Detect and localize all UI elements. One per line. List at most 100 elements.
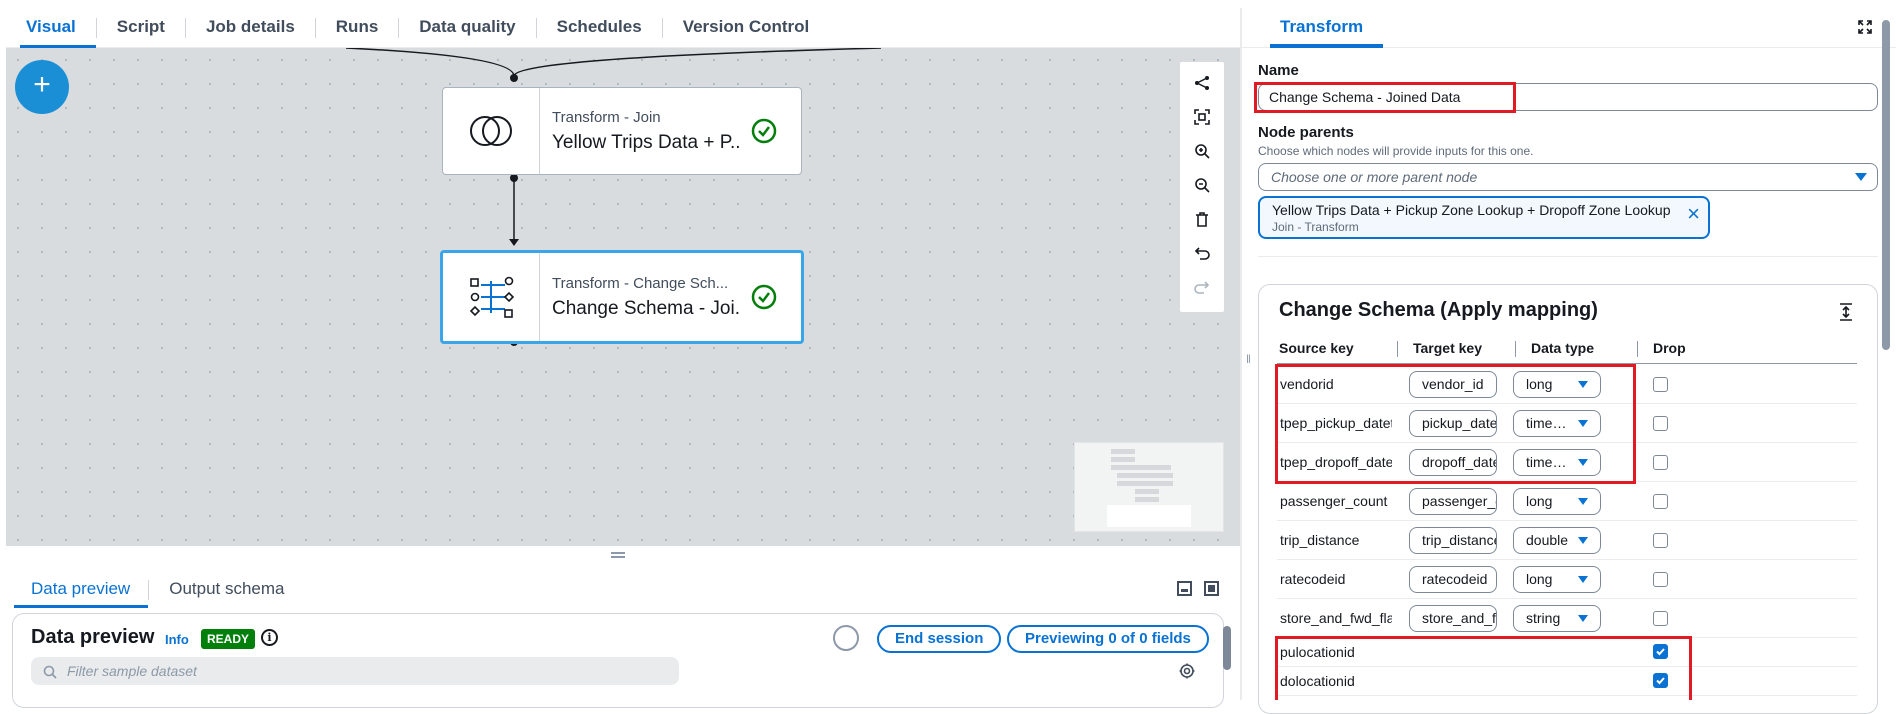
incoming-edge-right [513, 48, 882, 77]
filter-sample-input[interactable]: Filter sample dataset [31, 657, 679, 685]
undo-icon[interactable] [1187, 236, 1217, 270]
data-type-select[interactable]: long [1513, 566, 1601, 593]
tab-job-details[interactable]: Job details [186, 8, 315, 48]
add-node-button[interactable]: + [15, 60, 69, 114]
gear-icon[interactable] [1179, 663, 1195, 679]
caret-down-icon [1578, 615, 1588, 622]
source-key: ratecodeid [1280, 571, 1346, 587]
caret-down-icon [1578, 537, 1588, 544]
info-link[interactable]: Info [165, 632, 189, 647]
header-separator [1637, 341, 1638, 357]
change-schema-icon [443, 253, 540, 341]
target-key-input[interactable]: store_and_fwd_flag [1409, 605, 1497, 632]
node-title: Yellow Trips Data + P... [552, 131, 740, 153]
data-type-value: long [1526, 493, 1553, 509]
remove-token-icon[interactable]: × [1687, 201, 1700, 227]
panel-resize-handle[interactable] [611, 552, 625, 558]
minimize-panel-icon[interactable] [1177, 581, 1192, 596]
node-type-label: Transform - Change Sch... [552, 274, 729, 292]
redo-icon[interactable] [1187, 270, 1217, 304]
caret-down-icon [1578, 498, 1588, 505]
maximize-panel-icon[interactable] [1204, 581, 1219, 596]
collapse-icon[interactable] [1839, 303, 1853, 321]
tab-visual[interactable]: Visual [6, 8, 96, 49]
edge-arrowhead [509, 239, 519, 246]
drop-checkbox[interactable] [1653, 377, 1668, 392]
delete-icon[interactable] [1187, 202, 1217, 236]
node-parents-label: Node parents [1258, 124, 1354, 141]
header-data-type: Data type [1531, 340, 1595, 356]
layout-graph-icon[interactable] [1187, 66, 1217, 100]
node-type-label: Transform - Join [552, 108, 661, 126]
incoming-edge-left [345, 48, 515, 77]
section-divider [1258, 256, 1878, 257]
schema-card-title: Change Schema (Apply mapping) [1279, 299, 1598, 321]
tab-output-schema[interactable]: Output schema [149, 572, 302, 608]
data-type-value: double [1526, 532, 1569, 548]
select-placeholder: Choose one or more parent node [1271, 169, 1478, 185]
highlight-box [1275, 364, 1636, 484]
tab-runs[interactable]: Runs [316, 8, 399, 48]
panel-divider[interactable] [1240, 8, 1242, 700]
data-preview-card: Data preview Info READY i End session Pr… [12, 613, 1224, 708]
success-check-icon [751, 118, 777, 144]
target-key-input[interactable]: passenger_count [1409, 488, 1497, 515]
join-icon [443, 88, 540, 174]
tab-transform[interactable]: Transform [1260, 8, 1384, 48]
header-source-key: Source key [1279, 340, 1354, 356]
fit-to-screen-icon[interactable] [1187, 100, 1217, 134]
header-drop: Drop [1653, 340, 1686, 356]
expand-icon[interactable] [1858, 20, 1872, 34]
parent-node-select[interactable]: Choose one or more parent node [1258, 163, 1878, 191]
data-type-value: long [1526, 571, 1553, 587]
search-icon [43, 665, 57, 679]
name-label: Name [1258, 62, 1299, 79]
tab-data-preview[interactable]: Data preview [6, 572, 149, 608]
visual-canvas[interactable]: + Transform - Join Yellow Trips Data + P… [6, 48, 1240, 546]
header-target-key: Target key [1413, 340, 1482, 356]
right-panel-scrollbar[interactable] [1882, 20, 1890, 350]
divider-grip-icon[interactable]: ‖ [1246, 352, 1251, 366]
minimap[interactable] [1074, 442, 1224, 532]
status-badge: READY [201, 629, 256, 649]
table-row: store_and_fwd_flag store_and_fwd_flag st… [1277, 599, 1857, 638]
end-session-button[interactable]: End session [877, 625, 1002, 653]
zoom-in-icon[interactable] [1187, 134, 1217, 168]
data-preview-title: Data preview [31, 626, 155, 648]
source-key: store_and_fwd_flag [1280, 610, 1392, 626]
target-key-input[interactable]: trip_distance [1409, 527, 1497, 554]
join-node[interactable]: Transform - Join Yellow Trips Data + P..… [442, 87, 802, 175]
highlight-box [1275, 636, 1692, 700]
right-panel-tab-bar: Transform [1242, 8, 1896, 48]
drop-checkbox[interactable] [1653, 533, 1668, 548]
tab-script[interactable]: Script [97, 8, 185, 48]
data-type-value: string [1526, 610, 1561, 626]
tab-data-quality[interactable]: Data quality [399, 8, 535, 48]
source-key: passenger_count [1280, 493, 1388, 509]
data-type-select[interactable]: long [1513, 488, 1601, 515]
preview-scrollbar[interactable] [1222, 612, 1232, 700]
target-key-input[interactable]: ratecodeid [1409, 566, 1497, 593]
token-label: Yellow Trips Data + Pickup Zone Lookup +… [1272, 202, 1671, 218]
drop-checkbox[interactable] [1653, 455, 1668, 470]
table-row: trip_distance trip_distance double [1277, 521, 1857, 560]
header-separator [1397, 341, 1398, 357]
zoom-out-icon[interactable] [1187, 168, 1217, 202]
change-schema-node[interactable]: Transform - Change Sch... Change Schema … [440, 250, 804, 344]
success-check-icon [751, 284, 777, 310]
drop-checkbox[interactable] [1653, 611, 1668, 626]
tab-schedules[interactable]: Schedules [537, 8, 662, 48]
data-type-select[interactable]: double [1513, 527, 1601, 554]
data-type-select[interactable]: string [1513, 605, 1601, 632]
highlight-box [1254, 82, 1516, 113]
tab-version-control[interactable]: Version Control [663, 8, 830, 48]
drop-checkbox[interactable] [1653, 572, 1668, 587]
refresh-icon[interactable] [833, 625, 859, 651]
node-title: Change Schema - Joi... [552, 297, 740, 319]
drop-checkbox[interactable] [1653, 494, 1668, 509]
info-icon[interactable]: i [261, 629, 278, 646]
previewing-fields-button[interactable]: Previewing 0 of 0 fields [1007, 625, 1209, 653]
top-tab-bar: Visual Script Job details Runs Data qual… [6, 8, 1240, 49]
drop-checkbox[interactable] [1653, 416, 1668, 431]
table-row: ratecodeid ratecodeid long [1277, 560, 1857, 599]
